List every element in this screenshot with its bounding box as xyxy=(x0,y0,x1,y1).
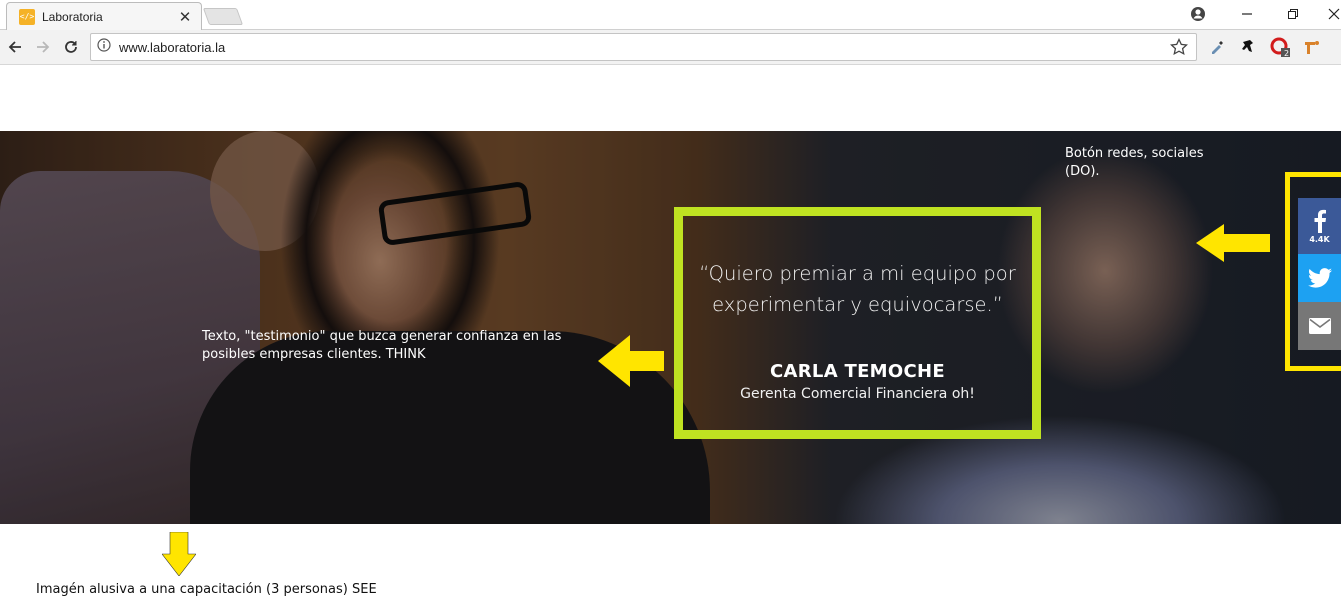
profile-icon[interactable] xyxy=(1186,2,1210,26)
testimonial-annotation: Texto, "testimonio" que buzca generar co… xyxy=(202,329,562,362)
testimonial-box: “Quiero premiar a mi equipo por experime… xyxy=(674,207,1041,439)
facebook-icon xyxy=(1314,209,1326,233)
social-annotation: Botón redes, sociales (DO). xyxy=(1065,146,1204,179)
bookmark-star-icon[interactable] xyxy=(1170,37,1188,61)
eyedropper-extension-icon[interactable] xyxy=(1207,37,1227,57)
url-text: www.laboratoria.la xyxy=(119,39,226,55)
close-window-button[interactable] xyxy=(1326,2,1341,26)
tab-close-icon[interactable]: ✕ xyxy=(177,8,193,26)
email-share-button[interactable] xyxy=(1298,302,1341,350)
browser-toolbar: www.laboratoria.la 2 xyxy=(0,30,1341,65)
image-annotation: Imagén alusiva a una capacitación (3 per… xyxy=(36,582,377,597)
facebook-share-count: 4.4K xyxy=(1309,234,1330,244)
arrow-left-testimonial-icon xyxy=(598,335,664,387)
restore-button[interactable] xyxy=(1280,2,1306,26)
opera-extension-icon[interactable]: 2 xyxy=(1270,37,1290,57)
twitter-icon xyxy=(1307,268,1332,288)
tab-strip: </> Laboratoria ✕ xyxy=(0,0,1341,30)
testimonial-quote: “Quiero premiar a mi equipo por experime… xyxy=(699,262,1016,316)
arrow-left-social-icon xyxy=(1196,224,1270,262)
back-icon[interactable] xyxy=(4,36,26,58)
reload-icon[interactable] xyxy=(60,36,82,58)
minimize-button[interactable] xyxy=(1234,2,1260,26)
address-bar[interactable]: www.laboratoria.la xyxy=(90,33,1197,61)
tag-extension-icon[interactable] xyxy=(1302,37,1322,57)
tab-laboratoria[interactable]: </> Laboratoria ✕ xyxy=(6,2,202,30)
arrow-down-image-icon xyxy=(162,532,196,576)
info-icon[interactable] xyxy=(97,37,111,57)
new-tab-button[interactable] xyxy=(202,8,244,25)
favicon-icon: </> xyxy=(19,8,35,25)
facebook-share-button[interactable]: 4.4K xyxy=(1298,198,1341,254)
runner-extension-icon[interactable] xyxy=(1238,37,1258,57)
testimonial-name: CARLA TEMOCHE xyxy=(770,361,945,382)
hero-image: Botón redes, sociales (DO). Texto, "test… xyxy=(0,131,1341,524)
testimonial-role: Gerenta Comercial Financiera oh! xyxy=(740,386,975,402)
twitter-share-button[interactable] xyxy=(1298,254,1341,302)
email-icon xyxy=(1308,318,1331,334)
tab-title: Laboratoria xyxy=(42,9,103,24)
extension-badge: 2 xyxy=(1284,49,1289,57)
forward-icon[interactable] xyxy=(32,36,54,58)
